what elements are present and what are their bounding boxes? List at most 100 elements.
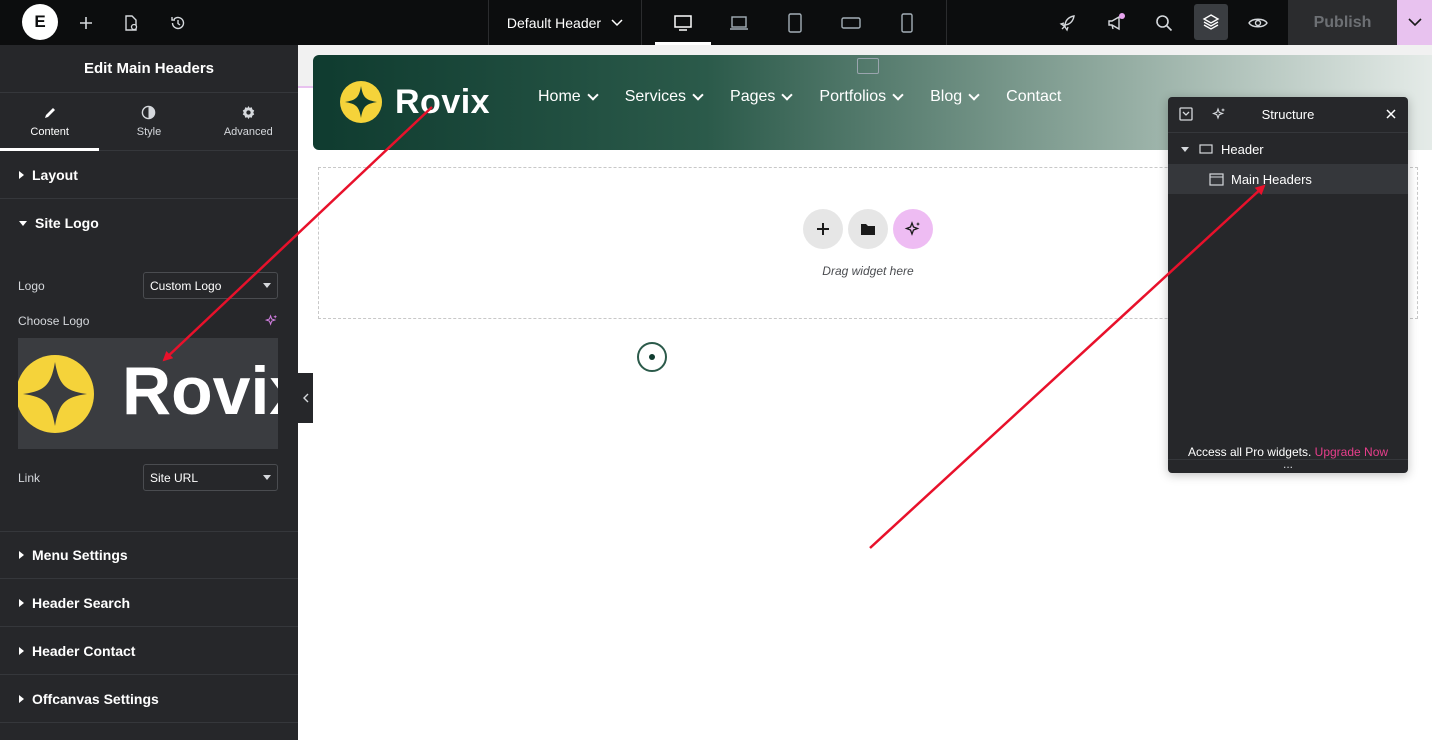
close-icon[interactable] [1386, 109, 1396, 119]
plus-icon [80, 16, 92, 29]
elementor-logo-button[interactable]: E [22, 4, 58, 40]
structure-panel-header: Structure [1168, 97, 1408, 133]
device-mobile-landscape-button[interactable] [823, 0, 879, 45]
mobile-icon [901, 12, 913, 33]
logo-select[interactable]: Custom Logo [143, 272, 278, 299]
logo-preview-text: Rovix [122, 353, 278, 429]
section-site-logo[interactable]: Site Logo [0, 199, 298, 247]
site-logo[interactable]: Rovix [339, 80, 490, 124]
mobile-landscape-icon [841, 16, 861, 29]
layers-icon [1202, 14, 1220, 30]
launchpad-button[interactable] [1054, 0, 1082, 45]
loading-spinner-icon [637, 342, 667, 372]
chevron-down-icon [1407, 18, 1422, 27]
choose-logo-field: Choose Logo [18, 313, 278, 329]
publish-options-button[interactable] [1397, 0, 1432, 45]
search-button[interactable] [1150, 0, 1178, 45]
nav-item-pages[interactable]: Pages [730, 88, 794, 106]
structure-item-main-headers[interactable]: Main Headers [1168, 164, 1408, 194]
nav-item-portfolios[interactable]: Portfolios [819, 88, 904, 106]
search-icon [1156, 14, 1173, 31]
rocket-icon [1059, 14, 1075, 31]
chevron-down-icon [781, 89, 794, 101]
tab-content[interactable]: Content [0, 93, 100, 151]
container-handle-icon[interactable] [857, 58, 879, 74]
preview-button[interactable] [1244, 0, 1272, 45]
link-label: Link [18, 470, 41, 485]
caret-right-icon [19, 694, 24, 703]
logo-field: Logo Custom Logo [18, 272, 278, 299]
editor-panel: Edit Main Headers Content Style Advanced… [0, 45, 298, 740]
chevron-down-icon [892, 89, 904, 101]
collapse-panel-button[interactable] [298, 373, 313, 423]
section-header-contact[interactable]: Header Contact [0, 627, 298, 675]
structure-panel: Structure Header Main Headers Access all… [1168, 97, 1408, 473]
caret-right-icon [19, 598, 24, 607]
nav-item-services[interactable]: Services [625, 88, 704, 106]
ai-builder-button[interactable] [893, 209, 933, 249]
history-button[interactable] [164, 0, 192, 45]
chevron-left-icon [302, 393, 308, 403]
section-header-search[interactable]: Header Search [0, 579, 298, 627]
device-desktop-button[interactable] [655, 0, 711, 45]
panel-title: Edit Main Headers [0, 45, 298, 93]
device-mobile-button[interactable] [879, 0, 935, 45]
chevron-down-icon [587, 89, 599, 101]
section-menu-settings[interactable]: Menu Settings [0, 531, 298, 579]
choose-logo-label: Choose Logo [18, 314, 90, 328]
laptop-icon [730, 15, 748, 30]
structure-title: Structure [1261, 107, 1315, 122]
nav-item-contact[interactable]: Contact [1006, 88, 1061, 106]
nav-item-home[interactable]: Home [538, 88, 599, 106]
tab-style[interactable]: Style [99, 93, 198, 150]
tablet-icon [788, 12, 802, 33]
upgrade-now-link[interactable]: Upgrade Now [1315, 445, 1388, 459]
collapse-all-icon[interactable] [1179, 107, 1193, 121]
ai-sparkle-icon [904, 221, 920, 236]
site-name: Rovix [395, 82, 491, 121]
rovix-logo-icon [340, 81, 382, 123]
structure-item-header[interactable]: Header [1168, 134, 1408, 164]
chevron-down-icon [692, 89, 704, 101]
device-tablet-portrait-button[interactable] [767, 0, 823, 45]
section-layout[interactable]: Layout [0, 151, 298, 199]
structure-toggle-button[interactable] [1194, 4, 1228, 40]
device-laptop-button[interactable] [711, 0, 767, 45]
resize-handle[interactable]: ... [1168, 458, 1408, 473]
publish-button[interactable]: Publish [1288, 0, 1397, 45]
nav-item-blog[interactable]: Blog [930, 88, 980, 106]
main-navigation: Home Services Pages Portfolios Blog Cont… [538, 88, 1061, 106]
top-bar: E Default Header Publish [0, 0, 1432, 45]
caret-down-icon [19, 220, 27, 226]
ai-sparkle-icon[interactable] [1212, 107, 1226, 121]
desktop-icon [674, 14, 692, 31]
tab-advanced[interactable]: Advanced [199, 93, 298, 150]
logo-image-preview[interactable]: Rovix [18, 338, 278, 449]
megaphone-icon [1108, 12, 1125, 30]
add-element-button[interactable] [72, 0, 100, 45]
ai-sparkle-icon[interactable] [265, 314, 278, 327]
link-select[interactable]: Site URL [143, 464, 278, 491]
chevron-down-icon [968, 89, 980, 101]
add-section-button[interactable] [803, 209, 843, 249]
responsive-mode-switcher [642, 0, 947, 45]
caret-down-icon [263, 283, 271, 288]
whats-new-button[interactable] [1102, 0, 1130, 45]
container-icon [1209, 172, 1224, 186]
document-title-dropdown[interactable]: Default Header [488, 0, 642, 45]
caret-down-icon [263, 475, 271, 480]
rovix-logo-icon [18, 355, 94, 433]
history-icon [171, 16, 185, 29]
half-circle-icon [142, 105, 156, 120]
pencil-icon [44, 107, 55, 118]
section-offcanvas-settings[interactable]: Offcanvas Settings [0, 675, 298, 723]
add-template-button[interactable] [848, 209, 888, 249]
page-settings-button[interactable] [117, 0, 145, 45]
panel-tabs: Content Style Advanced [0, 93, 298, 151]
plus-icon [817, 223, 829, 235]
chevron-down-icon [611, 18, 623, 26]
eye-icon [1248, 18, 1268, 27]
caret-right-icon [19, 646, 24, 655]
logo-label: Logo [18, 278, 45, 293]
link-field: Link Site URL [18, 464, 278, 491]
